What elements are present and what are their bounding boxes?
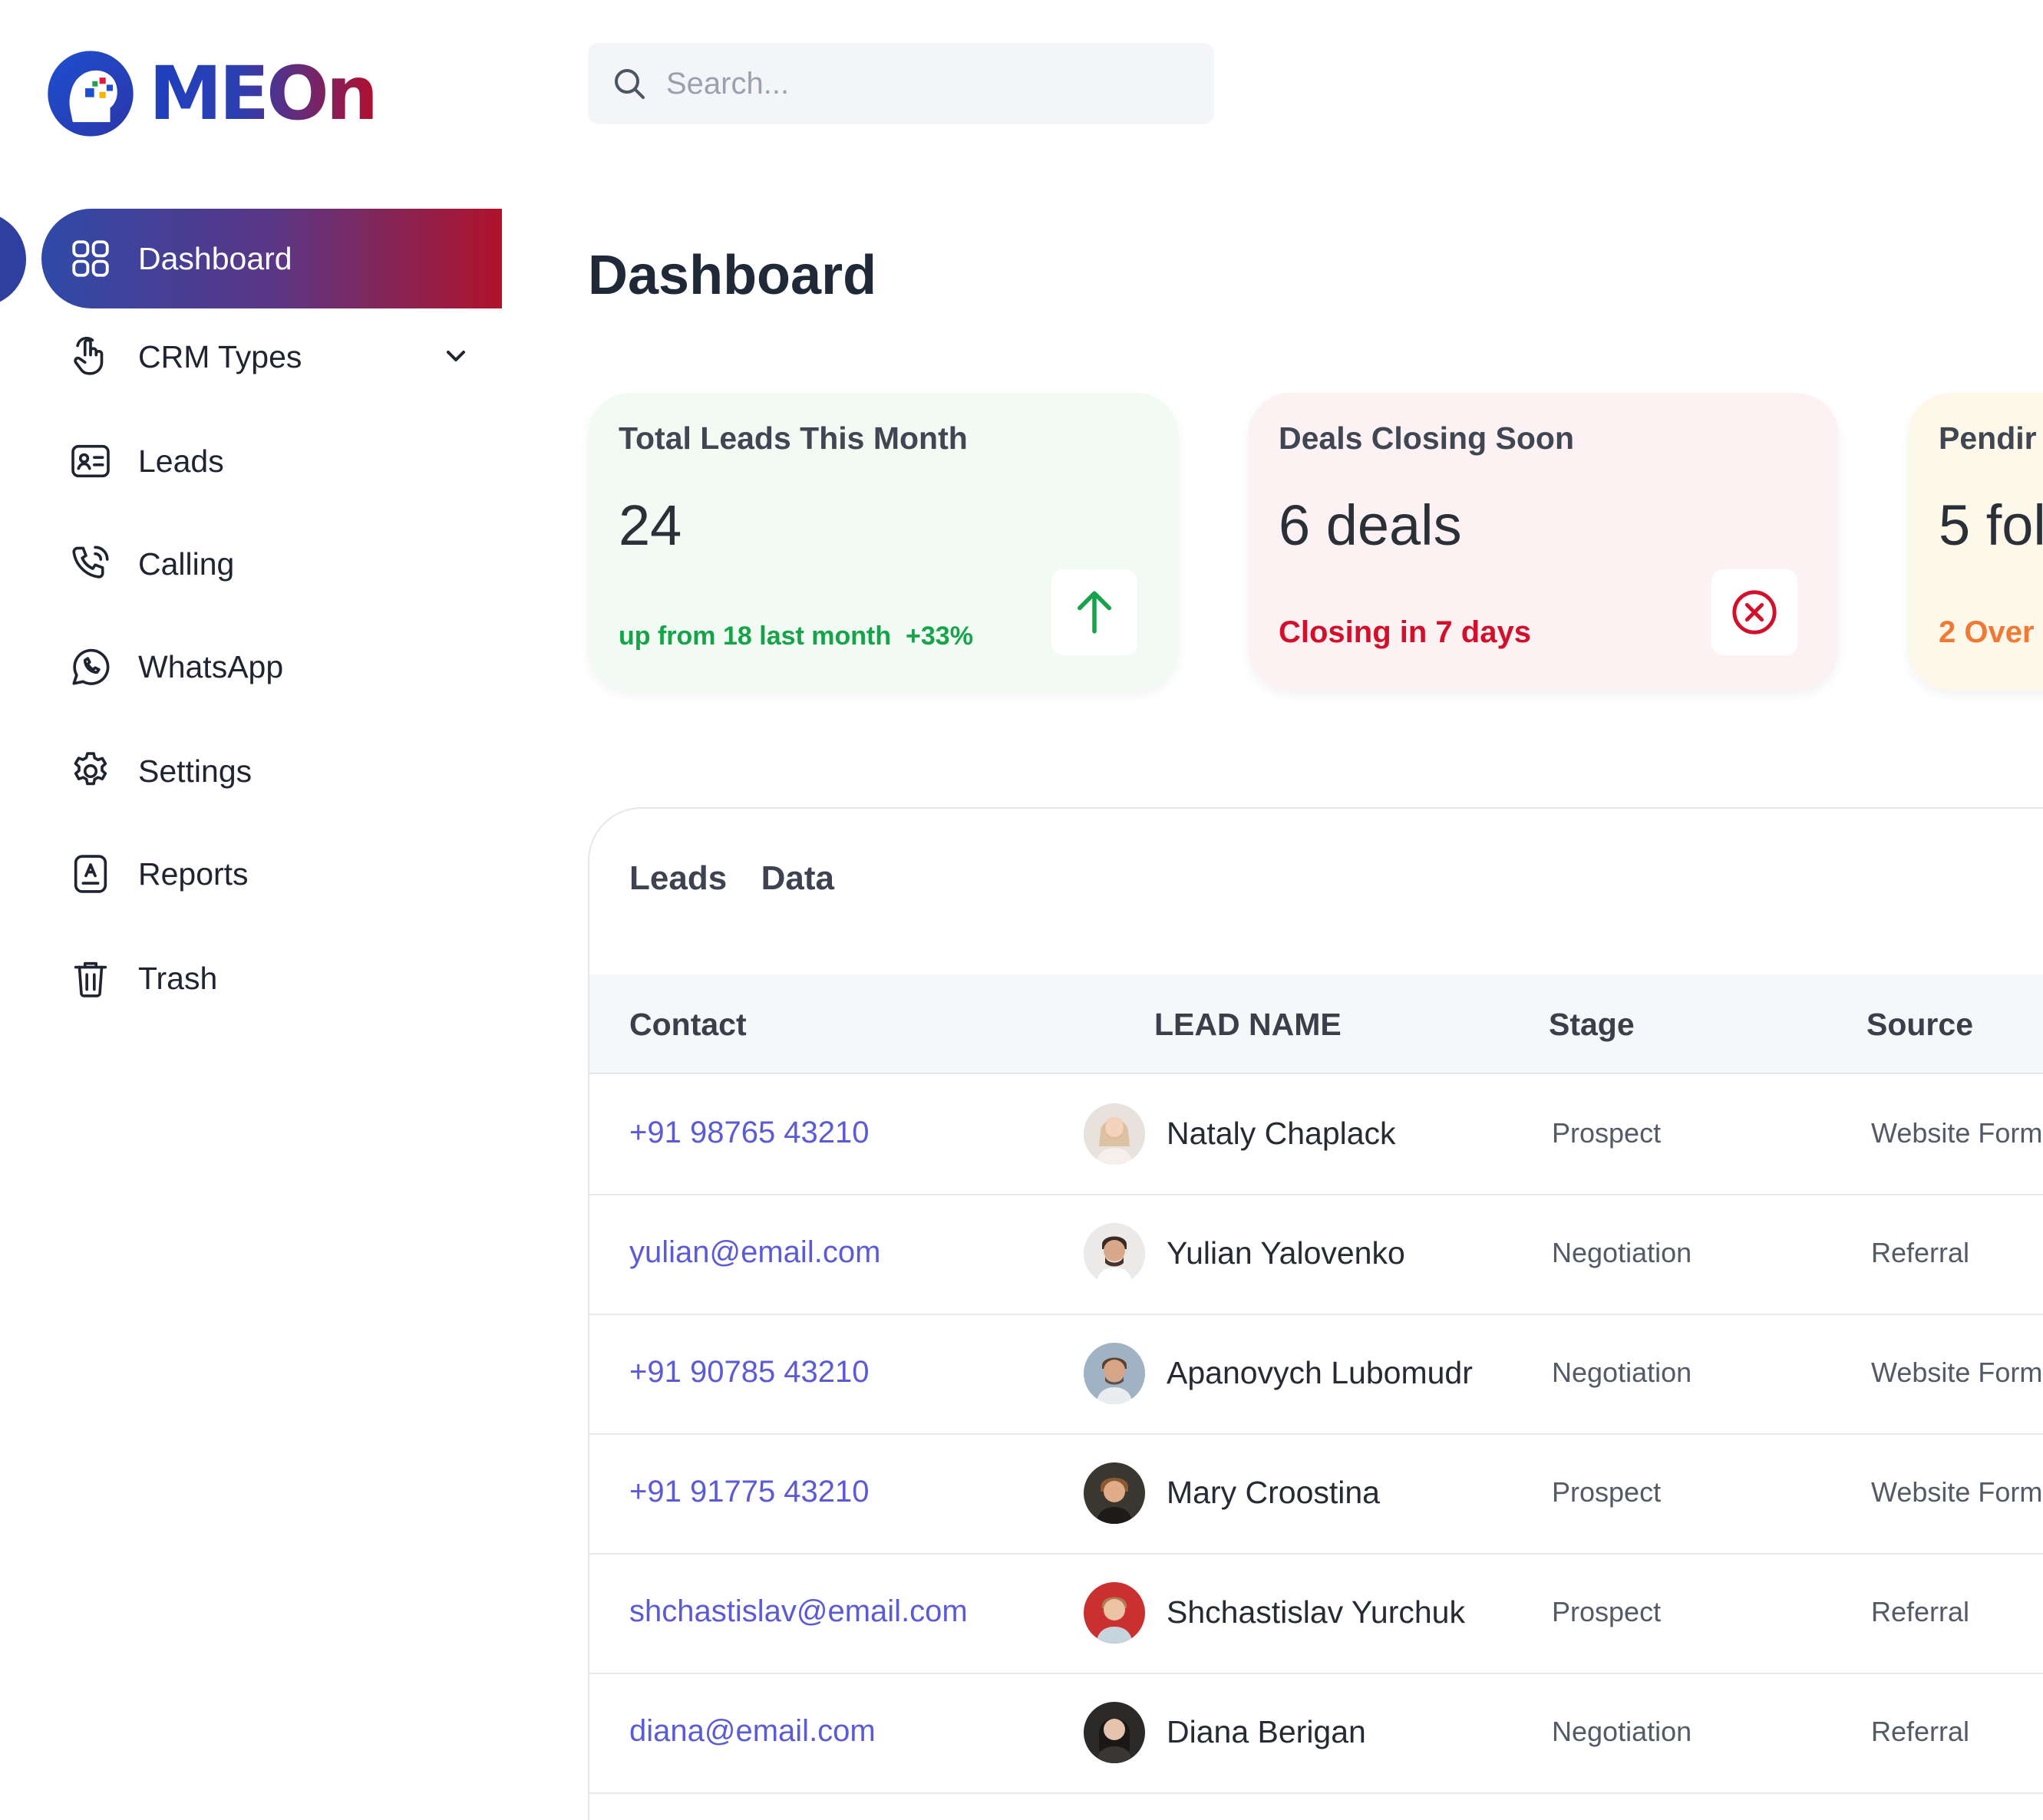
stage-label: Prospect	[1552, 1476, 1662, 1508]
table-row[interactable]: yulian@email.com Yulian Yalovenko Negoti…	[589, 1194, 2043, 1315]
card-subtitle: Closing in 7 days	[1279, 615, 1531, 649]
search-icon	[615, 69, 645, 99]
sidebar-item-label: Calling	[138, 546, 235, 582]
whatsapp-icon	[68, 644, 114, 690]
lead-name: Apanovych Lubomudr	[1167, 1355, 1473, 1390]
lead-name: Yulian Yalovenko	[1167, 1235, 1405, 1271]
arrow-up-icon	[1078, 591, 1111, 634]
sidebar-item-label: Reports	[138, 856, 249, 892]
active-nav-indicator	[0, 212, 26, 307]
leads-data-table: Leads Data Contact LEAD NAME Stage Sourc…	[588, 807, 2043, 1820]
contact-link[interactable]: +91 90785 43210	[629, 1355, 870, 1390]
sidebar-item-label: Settings	[138, 753, 252, 789]
table-title: Leads Data	[629, 859, 834, 897]
sidebar-item-label: Dashboard	[138, 240, 292, 276]
logo-head-icon	[48, 51, 134, 137]
dashboard-grid-icon	[68, 236, 114, 282]
lead-name: Shchastislav Yurchuk	[1167, 1594, 1465, 1630]
stage-label: Prospect	[1552, 1596, 1662, 1627]
sidebar-item-reports[interactable]: Reports	[41, 824, 502, 924]
column-header-stage[interactable]: Stage	[1549, 1007, 1635, 1043]
sidebar-item-whatsapp[interactable]: WhatsApp	[41, 617, 502, 717]
phone-icon	[68, 541, 114, 587]
source-label: Website Form	[1871, 1357, 2043, 1388]
table-row[interactable]: +91 98765 43210 Nataly Chaplack Prospect…	[589, 1074, 2043, 1195]
sidebar-item-label: Leads	[138, 443, 224, 479]
stage-label: Negotiation	[1552, 1237, 1692, 1268]
source-label: Website Form	[1871, 1476, 2043, 1508]
source-label: Website Form	[1871, 1117, 2043, 1149]
source-label: Referral	[1871, 1596, 1970, 1627]
gear-icon	[68, 748, 114, 794]
sidebar-item-trash[interactable]: Trash	[41, 928, 502, 1028]
column-header-contact[interactable]: Contact	[629, 1007, 747, 1043]
contact-link[interactable]: shchastislav@email.com	[629, 1594, 968, 1629]
hand-pointer-icon	[68, 334, 114, 380]
column-header-lead-name[interactable]: LEAD NAME	[1154, 1007, 1342, 1043]
contact-link[interactable]: yulian@email.com	[629, 1235, 880, 1270]
card-badge	[1711, 569, 1797, 655]
card-badge	[1051, 569, 1137, 655]
avatar	[1084, 1702, 1145, 1763]
lead-name: Mary Croostina	[1167, 1475, 1380, 1510]
table-row[interactable]: +91 90785 43210 Apanovych Lubomudr Negot…	[589, 1314, 2043, 1435]
card-value: 24	[619, 493, 682, 557]
card-value: 5 fol	[1939, 493, 2043, 557]
avatar	[1084, 1343, 1145, 1404]
sidebar: MEOn Dashboard CRM Types Leads Calling W…	[0, 0, 537, 1820]
card-title: Pendir	[1939, 420, 2037, 456]
sidebar-item-crm-types[interactable]: CRM Types	[41, 307, 502, 407]
app-page: MEOn Dashboard CRM Types Leads Calling W…	[0, 0, 2043, 1820]
sidebar-item-calling[interactable]: Calling	[41, 514, 502, 614]
card-value: 6 deals	[1279, 493, 1462, 557]
avatar	[1084, 1462, 1145, 1524]
table-row[interactable]: shchastislav@email.com Shchastislav Yurc…	[589, 1553, 2043, 1674]
contact-link[interactable]: diana@email.com	[629, 1714, 876, 1749]
report-icon	[68, 851, 114, 897]
avatar	[1084, 1103, 1145, 1165]
contact-card-icon	[68, 438, 114, 484]
card-subtitle: up from 18 last month +33%	[619, 622, 973, 651]
sidebar-item-label: WhatsApp	[138, 648, 284, 684]
contact-link[interactable]: +91 91775 43210	[629, 1475, 870, 1509]
sidebar-item-label: CRM Types	[138, 338, 302, 374]
stage-label: Prospect	[1552, 1117, 1662, 1149]
sidebar-item-leads[interactable]: Leads	[41, 411, 502, 511]
column-header-source[interactable]: Source	[1866, 1007, 1973, 1043]
lead-name: Nataly Chaplack	[1167, 1116, 1396, 1151]
table-header: Contact LEAD NAME Stage Source	[589, 974, 2043, 1074]
stat-card-total-leads[interactable]: Total Leads This Month 24 up from 18 las…	[588, 393, 1179, 691]
table-row[interactable]: +91 91775 43210 Mary Croostina Prospect …	[589, 1433, 2043, 1555]
stage-label: Negotiation	[1552, 1357, 1692, 1388]
search-bar[interactable]	[588, 43, 1214, 124]
close-circle-icon	[1732, 590, 1777, 635]
card-subtitle: 2 Over	[1939, 615, 2035, 649]
card-title: Total Leads This Month	[619, 420, 968, 456]
search-input[interactable]	[665, 65, 1167, 102]
sidebar-item-dashboard[interactable]: Dashboard	[41, 209, 502, 308]
brand-logo[interactable]: MEOn	[46, 49, 378, 138]
page-title: Dashboard	[588, 245, 877, 306]
avatar	[1084, 1223, 1145, 1284]
sidebar-item-label: Trash	[138, 960, 218, 996]
lead-name: Diana Berigan	[1167, 1714, 1366, 1749]
brand-wordmark: MEOn	[149, 51, 378, 137]
avatar	[1084, 1582, 1145, 1644]
sidebar-item-settings[interactable]: Settings	[41, 721, 502, 821]
stat-card-pending[interactable]: Pendir 5 fol 2 Over	[1908, 393, 2043, 691]
chevron-down-icon[interactable]	[441, 341, 471, 371]
contact-link[interactable]: +91 98765 43210	[629, 1116, 870, 1150]
card-title: Deals Closing Soon	[1279, 420, 1574, 456]
stage-label: Negotiation	[1552, 1716, 1692, 1747]
stat-card-deals-closing[interactable]: Deals Closing Soon 6 deals Closing in 7 …	[1248, 393, 1839, 691]
source-label: Referral	[1871, 1237, 1970, 1268]
source-label: Referral	[1871, 1716, 1970, 1747]
table-row[interactable]: diana@email.com Diana Berigan Negotiatio…	[589, 1673, 2043, 1794]
trash-icon	[68, 955, 114, 1001]
